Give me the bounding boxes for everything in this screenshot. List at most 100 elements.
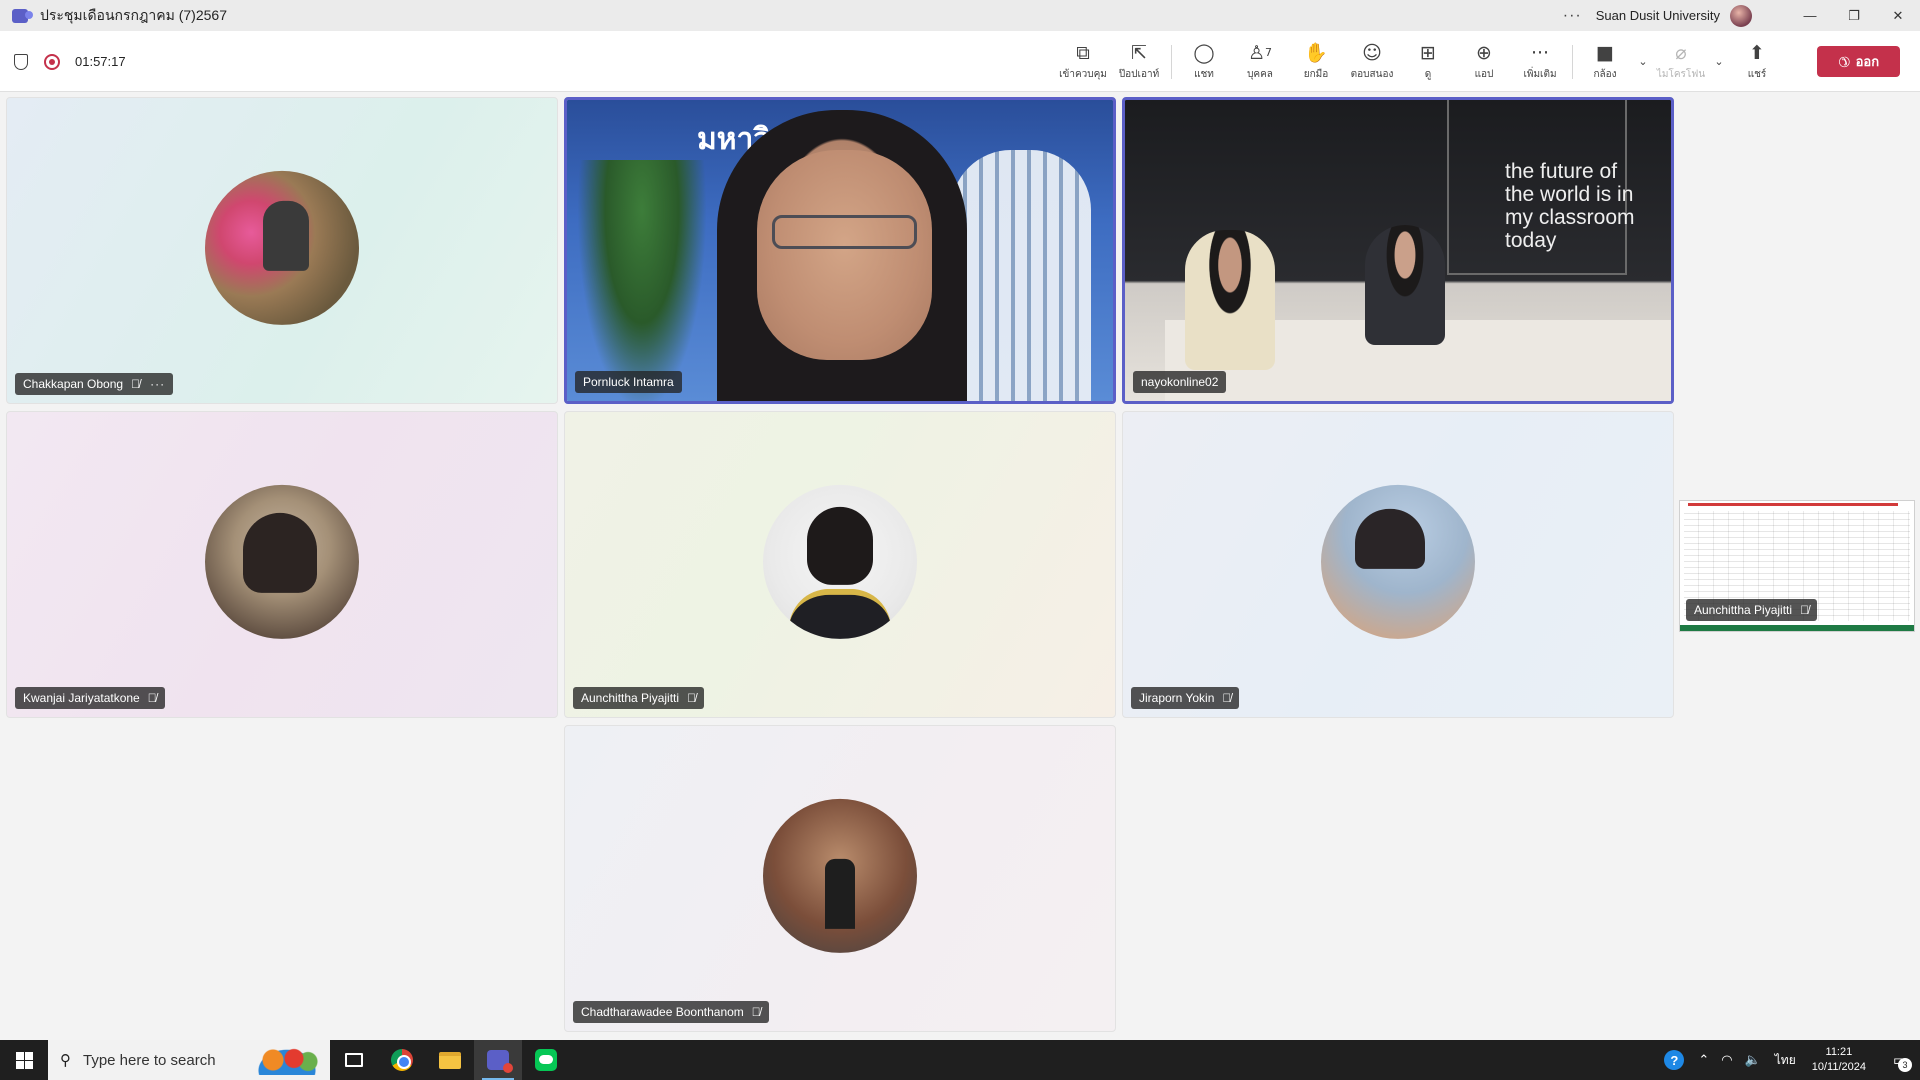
volume-icon[interactable]: 🔈 [1745, 1053, 1761, 1068]
participant-video-tile[interactable]: มหาวิ วนดุสิต Pornluck Intamra [564, 97, 1116, 404]
mic-off-icon: ⌀ [1675, 42, 1687, 64]
organization-name[interactable]: Suan Dusit University [1596, 8, 1720, 23]
account-avatar[interactable] [1730, 4, 1752, 27]
react-button[interactable]: ☺ ตอบสนอง [1344, 36, 1400, 88]
wifi-icon[interactable]: ◠ [1721, 1053, 1732, 1068]
more-options-icon[interactable]: ··· [1563, 7, 1582, 25]
line-icon [535, 1049, 557, 1071]
more-button[interactable]: ··· เพิ่มเติม [1512, 36, 1568, 88]
participant-name-tag: Kwanjai Jariyatatkone 🎙̸ [15, 687, 165, 709]
chrome-taskbar-button[interactable] [378, 1040, 426, 1080]
microphone-label: ไมโครโฟน [1656, 69, 1706, 80]
share-icon: ⬆ [1749, 42, 1765, 64]
chrome-icon [391, 1049, 413, 1071]
meeting-info: 01:57:17 [14, 31, 126, 92]
people-button[interactable]: ♙7 บุคคล [1232, 36, 1288, 88]
video-background-building [951, 150, 1091, 401]
take-control-icon: ⧉ [1076, 42, 1090, 64]
toolbar-divider [1572, 44, 1573, 79]
title-bar-right: ··· Suan Dusit University — ❐ ✕ [1563, 0, 1920, 31]
teams-app-icon [12, 8, 33, 23]
search-placeholder: Type here to search [83, 1051, 216, 1069]
apps-label: แอป [1474, 69, 1494, 80]
leave-button[interactable]: ✆ ออก [1817, 46, 1900, 77]
camera-button[interactable]: ■ กล้อง [1577, 36, 1633, 88]
taskbar-search[interactable]: ⚲ Type here to search [48, 1040, 330, 1080]
people-icon: ♙7 [1247, 42, 1273, 64]
chat-icon: ◯ [1193, 42, 1215, 64]
participant-name-tag: Aunchittha Piyajitti 🎙̸ [573, 687, 705, 709]
meeting-toolbar: 01:57:17 ⧉ เข้าควบคุม ⇱ ป๊อปเอาท์ ◯ แชท … [0, 31, 1920, 92]
window-title: ประชุมเดือนกรกฎาคม (7)2567 [40, 6, 227, 23]
minimize-button[interactable]: — [1788, 0, 1832, 31]
system-tray: ? ⌃ ◠ 🔈 ไทย 11:21 10/11/2024 ▭ 3 [1664, 1040, 1920, 1080]
restore-button[interactable]: ❐ [1832, 0, 1876, 31]
file-explorer-taskbar-button[interactable] [426, 1040, 474, 1080]
participant-name-tag: Aunchittha Piyajitti 🎙̸ [1686, 599, 1818, 621]
spreadsheet-status-bar [1680, 625, 1914, 631]
shield-icon[interactable] [14, 53, 28, 70]
camera-options-chevron-icon[interactable]: ⌄ [1633, 55, 1653, 68]
apps-button[interactable]: ⊕ แอป [1456, 36, 1512, 88]
leave-label: ออก [1855, 54, 1880, 69]
participant-name: nayokonline02 [1141, 375, 1219, 389]
pop-out-button[interactable]: ⇱ ป๊อปเอาท์ [1111, 36, 1167, 88]
mic-options-chevron-icon[interactable]: ⌄ [1709, 55, 1729, 68]
view-button[interactable]: ⊞ ดู [1400, 36, 1456, 88]
task-view-icon [345, 1053, 363, 1067]
show-hidden-icons-chevron-icon[interactable]: ⌃ [1698, 1053, 1709, 1068]
avatar [763, 484, 917, 639]
video-feed: the future of the world is in my classro… [1125, 100, 1671, 401]
notifications-button[interactable]: ▭ 3 [1880, 1040, 1920, 1080]
raise-hand-label: ยกมือ [1303, 69, 1329, 80]
participant-name: Aunchittha Piyajitti [1694, 603, 1793, 617]
video-person [1185, 230, 1275, 370]
teams-meeting-window: ประชุมเดือนกรกฎาคม (7)2567 ··· Suan Dusi… [0, 0, 1920, 1080]
mic-muted-icon: 🎙̸ [131, 377, 141, 391]
participant-name: Kwanjai Jariyatatkone [23, 691, 140, 705]
react-label: ตอบสนอง [1350, 69, 1394, 80]
mic-muted-icon: 🎙̸ [751, 1005, 761, 1019]
participant-tile[interactable]: Jiraporn Yokin 🎙̸ [1122, 411, 1674, 718]
folder-icon [439, 1051, 461, 1069]
take-control-button[interactable]: ⧉ เข้าควบคุม [1055, 36, 1111, 88]
chat-button[interactable]: ◯ แชท [1176, 36, 1232, 88]
video-face [757, 150, 932, 360]
close-button[interactable]: ✕ [1876, 0, 1920, 31]
participant-tile[interactable]: Aunchittha Piyajitti 🎙̸ [564, 411, 1116, 718]
windows-taskbar: ⚲ Type here to search ? ⌃ ◠ 🔈 ไทย 11:21 [0, 1040, 1920, 1080]
more-icon: ··· [1530, 42, 1550, 64]
participant-tile[interactable]: Chakkapan Obong 🎙̸ ··· [6, 97, 558, 404]
microphone-button[interactable]: ⌀ ไมโครโฟน [1653, 36, 1709, 88]
input-language[interactable]: ไทย [1775, 1051, 1796, 1070]
participant-tile[interactable]: Kwanjai Jariyatatkone 🎙̸ [6, 411, 558, 718]
participant-name: Chadtharawadee Boonthanom [581, 1005, 744, 1019]
start-button[interactable] [0, 1040, 48, 1080]
view-icon: ⊞ [1420, 42, 1436, 64]
mic-muted-icon: 🎙̸ [147, 691, 157, 705]
recording-icon[interactable] [44, 53, 60, 70]
line-taskbar-button[interactable] [522, 1040, 570, 1080]
video-glasses [772, 215, 917, 249]
taskbar-clock[interactable]: 11:21 10/11/2024 [1812, 1045, 1866, 1075]
teams-taskbar-button[interactable] [474, 1040, 522, 1080]
title-bar: ประชุมเดือนกรกฎาคม (7)2567 ··· Suan Dusi… [0, 0, 1920, 31]
teams-icon [487, 1050, 513, 1073]
clock-date: 10/11/2024 [1811, 1061, 1866, 1073]
help-icon[interactable]: ? [1664, 1050, 1685, 1070]
clock-time: 11:21 [1825, 1046, 1853, 1058]
participant-more-icon[interactable]: ··· [150, 377, 165, 391]
participant-tile[interactable]: Chadtharawadee Boonthanom 🎙̸ [564, 725, 1116, 1032]
search-highlight-icon[interactable] [252, 1045, 322, 1075]
share-button[interactable]: ⬆ แชร์ [1729, 36, 1785, 88]
raise-hand-button[interactable]: ✋ ยกมือ [1288, 36, 1344, 88]
participant-name-tag: Pornluck Intamra [575, 371, 682, 393]
shared-content-thumbnail[interactable]: Aunchittha Piyajitti 🎙̸ [1679, 500, 1915, 632]
task-view-button[interactable] [330, 1040, 378, 1080]
participant-name: Aunchittha Piyajitti [581, 691, 680, 705]
video-feed: มหาวิ วนดุสิต [567, 100, 1113, 401]
raise-hand-icon: ✋ [1304, 42, 1328, 64]
video-wall-slogan: the future of the world is in my classro… [1505, 160, 1635, 252]
video-background-palm [577, 160, 707, 401]
participant-video-tile[interactable]: the future of the world is in my classro… [1122, 97, 1674, 404]
